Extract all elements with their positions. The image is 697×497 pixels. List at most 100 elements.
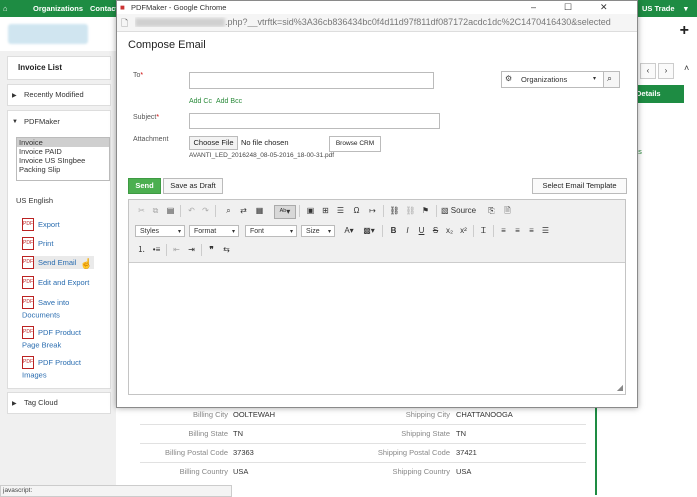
recently-modified-label[interactable]: Recently Modified	[24, 90, 84, 99]
chevron-up-icon[interactable]: ˄	[684, 63, 689, 73]
strikethrough-icon[interactable]: S	[429, 225, 442, 237]
toolbar-separator	[201, 244, 202, 256]
undo-icon[interactable]: ↶	[185, 205, 198, 217]
save-draft-button[interactable]: Save as Draft	[163, 178, 223, 194]
select-all-icon[interactable]: ▦	[253, 205, 266, 217]
to-input[interactable]	[189, 72, 434, 89]
subject-input[interactable]	[189, 113, 440, 129]
align-left-icon[interactable]: ≡	[497, 225, 510, 237]
nav-trade[interactable]: US Trade	[642, 4, 675, 13]
attachment-filename[interactable]: AVANTI_LED_2016248_08-05-2016_18-00-31.p…	[189, 152, 334, 159]
chevron-down-icon[interactable]: ▾	[684, 4, 688, 13]
template-option[interactable]: Invoice US SIngbee	[17, 156, 109, 165]
send-button[interactable]: Send	[128, 178, 161, 194]
url-text[interactable]: .php?__vtrftk=sid%3A36cb836434bc0f4d11d9…	[135, 17, 635, 28]
text-direction-icon[interactable]: ⇆	[220, 244, 233, 256]
redacted-url-prefix	[135, 18, 225, 28]
outdent-icon[interactable]: ⇤	[170, 244, 183, 256]
template-option[interactable]: Invoice	[17, 138, 109, 147]
module-search-button[interactable]: ⌕	[603, 71, 620, 88]
template-option[interactable]: Invoice PAID	[17, 147, 109, 156]
styles-dropdown[interactable]: Styles ▾	[135, 225, 185, 237]
underline-icon[interactable]: U	[415, 225, 428, 237]
maximize-icon[interactable]: ☐	[564, 1, 572, 14]
address-bar[interactable]: 🗋 .php?__vtrftk=sid%3A36cb836434bc0f4d11…	[117, 14, 637, 32]
tag-cloud-label[interactable]: Tag Cloud	[24, 398, 58, 407]
subscript-icon[interactable]: x₂	[443, 225, 456, 237]
image-icon[interactable]: ▣	[304, 205, 317, 217]
table-icon[interactable]: ⊞	[319, 205, 332, 217]
superscript-icon[interactable]: x²	[457, 225, 470, 237]
close-icon[interactable]: ✕	[600, 1, 608, 14]
cut-icon[interactable]: ✂	[135, 205, 148, 217]
add-bcc-link[interactable]: Add Bcc	[216, 98, 242, 105]
templates-icon[interactable]: ⎘	[485, 205, 498, 217]
recently-modified-panel[interactable]: ▶ Recently Modified	[7, 84, 111, 106]
indent-icon[interactable]: ⇥	[185, 244, 198, 256]
unlink-icon[interactable]: ⛓	[404, 205, 417, 217]
module-select[interactable]: ⚙ Organizations ▾	[501, 71, 618, 88]
action-edit-export[interactable]: PDF Edit and Export	[22, 276, 89, 289]
horizontal-line-icon[interactable]: ☰	[334, 205, 347, 217]
font-dropdown[interactable]: Font ▾	[245, 225, 297, 237]
pdf-icon: PDF	[22, 326, 34, 339]
add-icon[interactable]: +	[680, 22, 689, 40]
size-dropdown[interactable]: Size ▾	[301, 225, 335, 237]
bold-icon[interactable]: B	[387, 225, 400, 237]
prev-record-button[interactable]: ‹	[640, 63, 656, 79]
tag-cloud-panel[interactable]: ▶ Tag Cloud	[7, 392, 111, 414]
pdf-icon: PDF	[22, 296, 34, 309]
toolbar-separator	[493, 225, 494, 237]
copy-icon[interactable]: ⧉	[149, 205, 162, 217]
spellcheck-icon[interactable]: ᴬᵇ▾	[274, 205, 296, 219]
replace-icon[interactable]: ⇄	[237, 205, 250, 217]
anchor-flag-icon[interactable]: ⚑	[419, 205, 432, 217]
link-icon[interactable]: ⛓	[388, 205, 401, 217]
resize-handle-icon[interactable]: ◢	[617, 383, 623, 392]
background-color-icon[interactable]: ▩▾	[360, 225, 378, 237]
pdf-icon: PDF	[22, 276, 34, 289]
language-select[interactable]: US English	[16, 196, 53, 205]
cell-label: Shipping Country	[392, 467, 450, 476]
paste-icon[interactable]: ▤	[164, 205, 177, 217]
text-color-icon[interactable]: A▾	[340, 225, 358, 237]
redo-icon[interactable]: ↷	[199, 205, 212, 217]
add-cc-link[interactable]: Add Cc	[189, 98, 212, 105]
action-export[interactable]: PDF Export	[22, 218, 60, 231]
source-button[interactable]: ▧ Source	[441, 205, 481, 217]
pdfmaker-label[interactable]: PDFMaker	[24, 117, 60, 126]
next-record-button[interactable]: ›	[658, 63, 674, 79]
align-right-icon[interactable]: ≡	[525, 225, 538, 237]
template-option[interactable]: Packing Slip	[17, 165, 109, 174]
choose-file-button[interactable]: Choose File	[189, 136, 238, 150]
preview-icon[interactable]: 🗎	[501, 205, 514, 217]
special-char-icon[interactable]: Ω	[350, 205, 363, 217]
action-print[interactable]: PDF Print	[22, 237, 53, 250]
home-icon[interactable]: ⌂	[3, 4, 8, 13]
align-justify-icon[interactable]: ☰	[539, 225, 552, 237]
caret-down-icon[interactable]: ▼	[12, 119, 18, 125]
format-dropdown[interactable]: Format ▾	[189, 225, 239, 237]
bulleted-list-icon[interactable]: •≡	[150, 244, 163, 256]
iframe-icon[interactable]: ↦	[366, 205, 379, 217]
status-bar: javascript:	[0, 485, 232, 497]
toolbar-separator	[383, 205, 384, 217]
caret-right-icon[interactable]: ▶	[12, 92, 17, 99]
chevron-down-icon[interactable]: ▾	[593, 75, 596, 82]
remove-format-icon[interactable]: Ꮖ	[477, 225, 490, 237]
action-pdf-images[interactable]: PDF PDF Product Images	[22, 356, 84, 381]
italic-icon[interactable]: I	[401, 225, 414, 237]
action-pdf-page-break[interactable]: PDF PDF Product Page Break	[22, 326, 84, 351]
caret-right-icon[interactable]: ▶	[12, 400, 17, 407]
select-email-template-button[interactable]: Select Email Template	[532, 178, 627, 194]
minimize-icon[interactable]: –	[531, 1, 536, 14]
action-save-documents[interactable]: PDF Save into Documents	[22, 296, 82, 321]
browse-crm-button[interactable]: Browse CRM	[329, 136, 381, 152]
nav-contacts[interactable]: Contact	[90, 4, 118, 13]
nav-organizations[interactable]: Organizations	[33, 4, 83, 13]
numbered-list-icon[interactable]: ⒈	[135, 244, 148, 256]
template-listbox[interactable]: Invoice Invoice PAID Invoice US SIngbee …	[16, 137, 110, 181]
find-icon[interactable]: ⌕	[222, 205, 235, 217]
align-center-icon[interactable]: ≡	[511, 225, 524, 237]
blockquote-icon[interactable]: ❞	[205, 244, 218, 256]
